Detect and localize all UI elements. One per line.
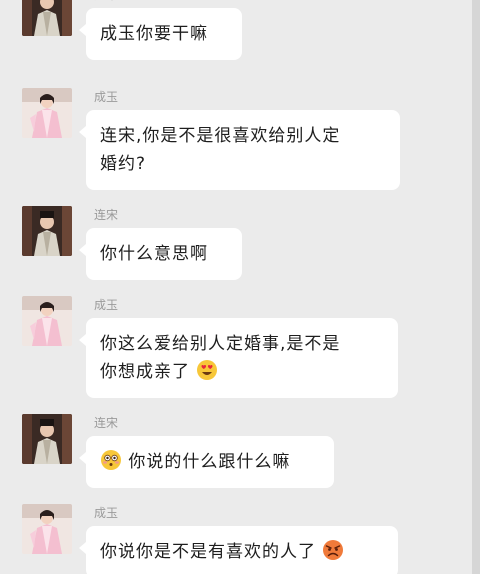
message-bubble[interactable]: 连宋,你是不是很喜欢给别人定 婚约?: [79, 110, 400, 190]
message-text: 你什么意思啊: [100, 244, 208, 264]
avatar-chengyu[interactable]: [22, 504, 72, 554]
sender-name: 成玉: [94, 298, 119, 312]
message-bubble[interactable]: 你什么意思啊: [79, 228, 242, 280]
scrollbar-track[interactable]: [472, 0, 480, 574]
avatar-chengyu[interactable]: [22, 296, 72, 346]
avatar-chengyu[interactable]: [22, 88, 72, 138]
sender-name: 连宋: [94, 0, 118, 3]
heart-eyes-emoji: [196, 359, 218, 381]
message-text-line-with-emoji: 你想成亲了: [100, 358, 384, 386]
flushed-emoji: [100, 449, 122, 471]
sender-name: 成玉: [94, 506, 119, 520]
sender-name: 成玉: [94, 90, 119, 104]
message-text: 你想成亲了: [100, 362, 190, 382]
message-text: 你说的什么跟什么嘛: [128, 452, 291, 472]
message-text: 你说你是不是有喜欢的人了: [100, 542, 316, 562]
avatar-liansong[interactable]: [22, 206, 72, 256]
avatar-liansong[interactable]: [22, 414, 72, 464]
message-bubble[interactable]: 你说的什么跟什么嘛: [79, 436, 334, 488]
message-bubble[interactable]: 你说你是不是有喜欢的人了: [79, 526, 398, 574]
sender-name: 连宋: [94, 416, 119, 430]
message-bubble[interactable]: 成玉你要干嘛: [79, 8, 242, 60]
angry-emoji: [322, 539, 344, 561]
message-text-line: 婚约?: [100, 154, 147, 174]
message-text-line: 你这么爱给别人定婚事,是不是: [100, 334, 341, 354]
message-bubble[interactable]: 你这么爱给别人定婚事,是不是 你想成亲了: [79, 318, 398, 398]
sender-name: 连宋: [94, 208, 119, 222]
chat-screen: 连宋 成玉你要干嘛 成玉 连宋,你是不是很喜欢给别人定 婚约?: [0, 0, 480, 574]
message-text-line: 连宋,你是不是很喜欢给别人定: [100, 126, 341, 146]
message-text: 成玉你要干嘛: [100, 24, 208, 44]
avatar-liansong[interactable]: [22, 0, 72, 36]
